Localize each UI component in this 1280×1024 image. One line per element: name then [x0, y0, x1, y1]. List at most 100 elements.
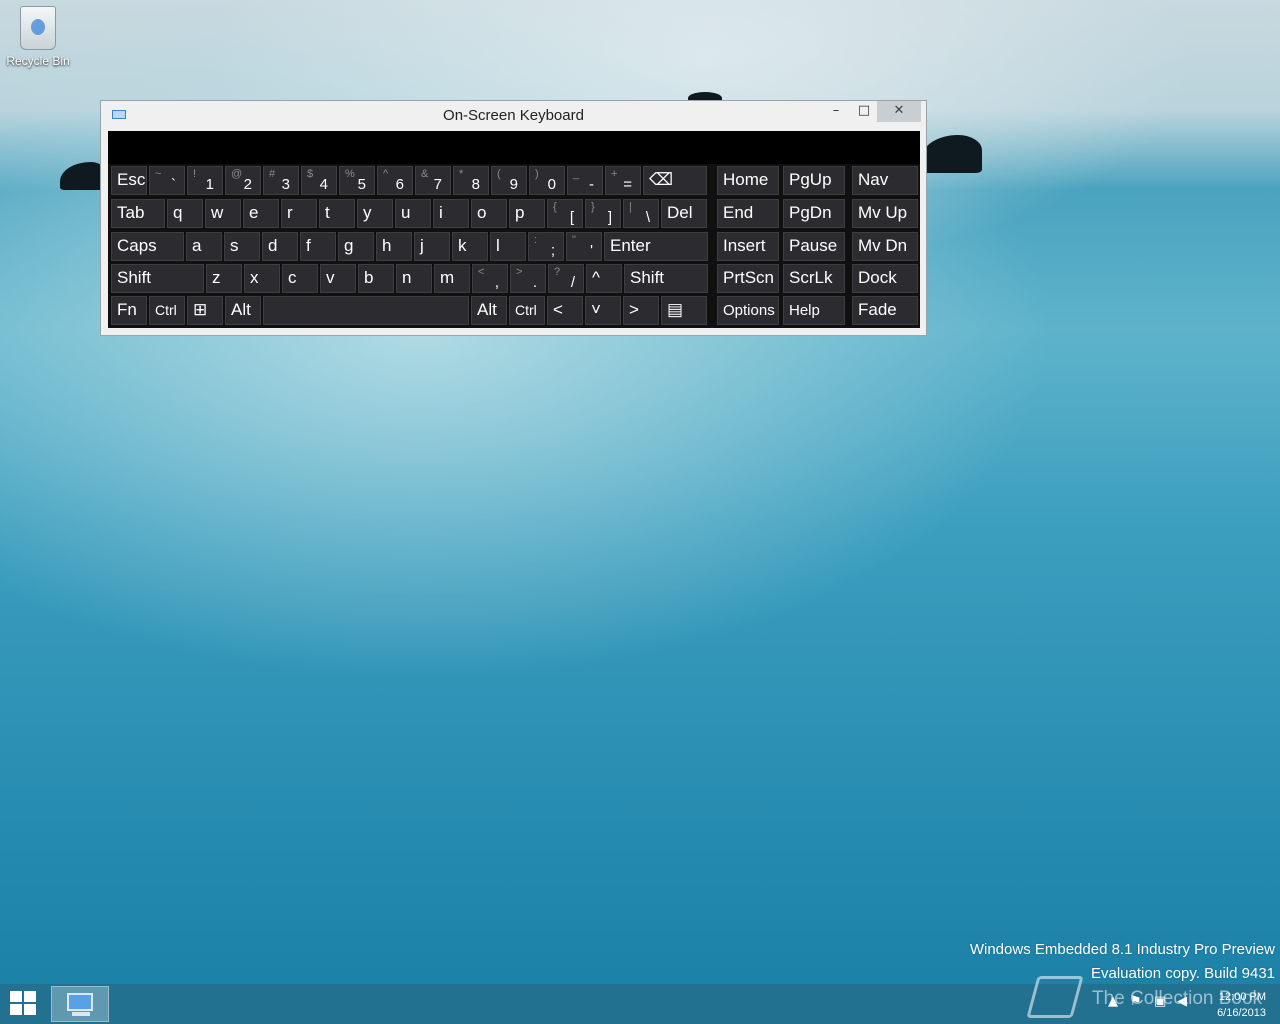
key-2[interactable]: @2: [225, 166, 261, 195]
clock[interactable]: 12:00 PM 6/16/2013: [1196, 989, 1266, 1021]
key-n[interactable]: n: [396, 264, 432, 293]
key-9[interactable]: (9: [491, 166, 527, 195]
key-alt[interactable]: Alt: [471, 296, 507, 325]
key-ctrl[interactable]: Ctrl: [149, 296, 185, 325]
key-help[interactable]: Help: [783, 296, 845, 325]
key-options[interactable]: Options: [717, 296, 779, 325]
minimize-button[interactable]: –: [825, 101, 847, 122]
key-d[interactable]: d: [262, 232, 298, 261]
key-g[interactable]: g: [338, 232, 374, 261]
key-pause[interactable]: Pause: [783, 232, 845, 261]
key-caps[interactable]: Caps: [111, 232, 184, 261]
close-button[interactable]: ✕: [877, 101, 921, 122]
key-del[interactable]: Del: [661, 199, 707, 228]
key-\[interactable]: | \: [623, 199, 659, 228]
key-nav[interactable]: Nav: [852, 166, 918, 195]
key-alt[interactable]: Alt: [225, 296, 261, 325]
key-mv-up[interactable]: Mv Up: [852, 199, 918, 228]
key-5[interactable]: % 5: [339, 166, 375, 195]
key-i[interactable]: i: [433, 199, 469, 228]
key-j[interactable]: j: [414, 232, 450, 261]
key-w[interactable]: w: [205, 199, 241, 228]
key-^[interactable]: ^: [586, 264, 622, 293]
key-q[interactable]: q: [167, 199, 203, 228]
key-f[interactable]: f: [300, 232, 336, 261]
key-insert[interactable]: Insert: [717, 232, 779, 261]
maximize-button[interactable]: □: [853, 101, 875, 122]
key-h[interactable]: h: [376, 232, 412, 261]
key-k[interactable]: k: [452, 232, 488, 261]
key-a[interactable]: a: [186, 232, 222, 261]
title-bar[interactable]: On-Screen Keyboard – □ ✕: [101, 101, 926, 131]
key-pgup[interactable]: PgUp: [783, 166, 845, 195]
key-'[interactable]: " ': [566, 232, 602, 261]
key-`[interactable]: ~ `: [149, 166, 185, 195]
show-hidden-icons[interactable]: ▲: [1108, 994, 1118, 1009]
key-r[interactable]: r: [281, 199, 317, 228]
key-ctrl[interactable]: Ctrl: [509, 296, 545, 325]
key-1[interactable]: ! 1: [187, 166, 223, 195]
key-m[interactable]: m: [434, 264, 470, 293]
key-<[interactable]: <: [547, 296, 583, 325]
key-mv-dn[interactable]: Mv Dn: [852, 232, 918, 261]
key-l[interactable]: l: [490, 232, 526, 261]
key-esc[interactable]: Esc: [111, 166, 147, 195]
key-shift[interactable]: Shift: [111, 264, 204, 293]
key-8[interactable]: * 8: [453, 166, 489, 195]
key-;[interactable]: :;: [528, 232, 564, 261]
key-][interactable]: }]: [585, 199, 621, 228]
key-space[interactable]: [263, 296, 469, 325]
key-y[interactable]: y: [357, 199, 393, 228]
key-enter[interactable]: Enter: [604, 232, 708, 261]
key->[interactable]: >: [623, 296, 659, 325]
key-/[interactable]: ? /: [548, 264, 584, 293]
key-,[interactable]: <,: [472, 264, 508, 293]
network-icon[interactable]: ▣: [1154, 994, 1166, 1009]
key-u[interactable]: u: [395, 199, 431, 228]
key-dock[interactable]: Dock: [852, 264, 918, 293]
key-4[interactable]: $4: [301, 166, 337, 195]
key-p[interactable]: p: [509, 199, 545, 228]
key-pgdn[interactable]: PgDn: [783, 199, 845, 228]
key-z[interactable]: z: [206, 264, 242, 293]
key-label: ]: [607, 209, 612, 226]
key-b[interactable]: b: [358, 264, 394, 293]
on-screen-keyboard-window: On-Screen Keyboard – □ ✕ Esc ~ `! 1 @2 #3 $4% 5…: [100, 100, 927, 336]
key-label: `: [171, 176, 176, 193]
key-label: >: [629, 300, 639, 319]
key-end[interactable]: End: [717, 199, 779, 228]
key-0[interactable]: ) 0: [529, 166, 565, 195]
key-tab[interactable]: Tab: [111, 199, 165, 228]
key-t[interactable]: t: [319, 199, 355, 228]
key-home[interactable]: Home: [717, 166, 779, 195]
key-prtscn[interactable]: PrtScn: [717, 264, 779, 293]
taskbar-osk-app[interactable]: [51, 986, 109, 1022]
key-⌫[interactable]: ⌫: [643, 166, 707, 195]
key-o[interactable]: o: [471, 199, 507, 228]
key-3[interactable]: #3: [263, 166, 299, 195]
key-label: .: [532, 274, 537, 291]
key-⊞[interactable]: ⊞: [187, 296, 223, 325]
key-label: x: [250, 268, 259, 287]
key-s[interactable]: s: [224, 232, 260, 261]
volume-icon[interactable]: ◀: [1177, 994, 1187, 1009]
key--[interactable]: _ -: [567, 166, 603, 195]
key-fade[interactable]: Fade: [852, 296, 918, 325]
key-v[interactable]: v: [320, 264, 356, 293]
key-x[interactable]: x: [244, 264, 280, 293]
start-button[interactable]: [10, 991, 38, 1017]
key-▤[interactable]: ▤: [661, 296, 707, 325]
key-e[interactable]: e: [243, 199, 279, 228]
key-.[interactable]: >.: [510, 264, 546, 293]
flag-icon[interactable]: ⚑: [1130, 994, 1142, 1009]
key-fn[interactable]: Fn: [111, 296, 147, 325]
key-scrlk[interactable]: ScrLk: [783, 264, 845, 293]
key-7[interactable]: & 7: [415, 166, 451, 195]
key-[[interactable]: {[: [547, 199, 583, 228]
key-c[interactable]: c: [282, 264, 318, 293]
key-shift[interactable]: Shift: [624, 264, 708, 293]
key-˅[interactable]: ˅: [585, 296, 621, 325]
key-6[interactable]: ^ 6: [377, 166, 413, 195]
recycle-bin[interactable]: Recycle Bin: [6, 6, 70, 68]
key-=[interactable]: + =: [605, 166, 641, 195]
